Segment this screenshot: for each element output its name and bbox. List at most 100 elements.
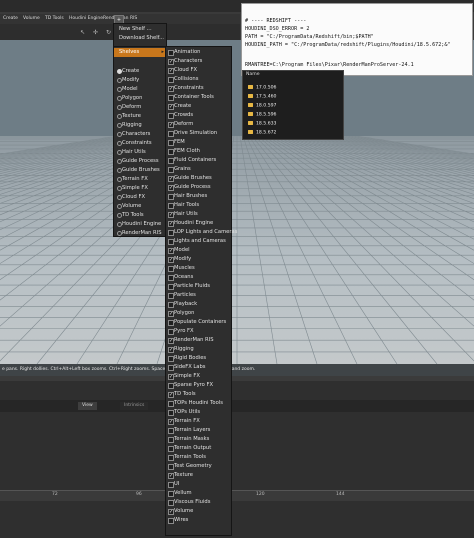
shelf-checklist-item[interactable]: Grains: [166, 165, 231, 174]
shelf-set-item[interactable]: Model: [114, 85, 166, 94]
shelf-checklist-item[interactable]: ✓ Deform: [166, 120, 231, 129]
shelf-checklist-item[interactable]: Fluid Containers: [166, 156, 231, 165]
shelf-checklist-item[interactable]: Collisions: [166, 75, 231, 84]
shelf-checklist-label: Particle Fluids: [174, 283, 210, 289]
shelf-set-item[interactable]: Texture: [114, 112, 166, 121]
shelf-set-item[interactable]: Constraints: [114, 139, 166, 148]
shelf-set-item[interactable]: Polygon: [114, 94, 166, 103]
shelf-checklist-item[interactable]: ✓ Characters: [166, 57, 231, 66]
shelf-checklist-item[interactable]: ✓ Guide Brushes: [166, 174, 231, 183]
shelf-checklist-item[interactable]: Pyro FX: [166, 327, 231, 336]
scene-viewport[interactable]: [0, 136, 474, 364]
shelf-checklist-item[interactable]: FEM Cloth: [166, 147, 231, 156]
new-shelf-item[interactable]: New Shelf ...: [114, 25, 166, 34]
shelf-checklist-item[interactable]: Hair Brushes: [166, 192, 231, 201]
shelf-checklist-item[interactable]: ✓ Texture: [166, 471, 231, 480]
shelf-checklist-item[interactable]: LOP Lights and Cameras: [166, 228, 237, 237]
shelf-checklist-item[interactable]: ✓ RenderMan RIS: [166, 336, 231, 345]
shelf-checklist-item[interactable]: Particles: [166, 291, 231, 300]
shelf-set-label: TD Tools: [122, 212, 144, 218]
shelf-set-item[interactable]: Modify: [114, 76, 166, 85]
shelf-checklist-item[interactable]: Terrain Tools: [166, 453, 231, 462]
shelf-set-label: Deform: [122, 104, 142, 110]
folder-row[interactable]: 18.5.633: [248, 121, 276, 127]
shelf-set-label: Rigging: [122, 122, 142, 128]
shelf-checklist-item[interactable]: ✓ Cloud FX: [166, 66, 231, 75]
shelf-checklist-item[interactable]: Terrain Output: [166, 444, 231, 453]
shelf-set-item[interactable]: Hair Utils: [114, 148, 166, 157]
shelf-checklist-label: Polygon: [174, 310, 195, 316]
download-shelf-item[interactable]: Download Shelf...: [114, 34, 166, 43]
shelf-checklist-item[interactable]: Animation: [166, 48, 231, 57]
shelf-checklist-item[interactable]: Container Tools: [166, 93, 231, 102]
name-column-header[interactable]: Name: [246, 72, 260, 77]
shelf-checklist-item[interactable]: Rigid Bodies: [166, 354, 231, 363]
shelf-checklist-item[interactable]: ✓ Polygon: [166, 309, 231, 318]
shelf-checklist-item[interactable]: Vellum: [166, 489, 231, 498]
timeline-ruler[interactable]: [0, 490, 474, 501]
shelf-checklist-item[interactable]: Test Geometry: [166, 462, 231, 471]
shelf-checklist-item[interactable]: Lights and Cameras: [166, 237, 231, 246]
folder-row[interactable]: 17.0.506: [248, 85, 276, 91]
shelf-set-item[interactable]: Create: [114, 67, 166, 76]
shelf-set-item[interactable]: RenderMan RIS: [114, 229, 166, 238]
shelf-checklist-item[interactable]: ✓ TD Tools: [166, 390, 231, 399]
shelf-tab-td-tools[interactable]: TD Tools: [42, 14, 67, 24]
shelf-checklist-item[interactable]: Hair Tools: [166, 201, 231, 210]
shelf-checklist-item[interactable]: FEM: [166, 138, 231, 147]
shelf-tab-volume[interactable]: Volume: [20, 14, 43, 24]
shelf-checklist-item[interactable]: Viscous Fluids: [166, 498, 231, 507]
shelf-checklist-item[interactable]: ✓ Create: [166, 102, 231, 111]
shelf-set-item[interactable]: TD Tools: [114, 211, 166, 220]
shelf-set-item[interactable]: Terrain FX: [114, 175, 166, 184]
shelf-set-item[interactable]: Guide Process: [114, 157, 166, 166]
shelf-set-item[interactable]: Deform: [114, 103, 166, 112]
tab-view[interactable]: View: [78, 402, 97, 410]
shelf-checklist-item[interactable]: Drive Simulation: [166, 129, 231, 138]
shelf-checklist-item[interactable]: Muscles: [166, 264, 231, 273]
shelf-set-item[interactable]: Guide Brushes: [114, 166, 166, 175]
shelf-set-item[interactable]: Characters: [114, 130, 166, 139]
shelf-checklist-item[interactable]: ✓ Guide Process: [166, 183, 231, 192]
lower-tab-row: View Intrinsics: [0, 400, 474, 412]
shelf-checklist-item[interactable]: SideFX Labs: [166, 363, 231, 372]
timeline-tick: 96: [136, 492, 142, 497]
shelf-checklist-item[interactable]: Wires: [166, 516, 231, 525]
shelf-checklist-item[interactable]: ✓ Simple FX: [166, 372, 231, 381]
shelf-checklist-item[interactable]: ✓ Model: [166, 246, 231, 255]
folder-row[interactable]: 18.0.597: [248, 103, 276, 109]
shelf-checklist-item[interactable]: Playback: [166, 300, 231, 309]
shelf-checklist-item[interactable]: ✓ Hair Utils: [166, 210, 231, 219]
shelf-checklist-item[interactable]: Populate Containers: [166, 318, 231, 327]
shelf-checklist-label: Hair Utils: [174, 211, 198, 217]
shelf-checklist-item[interactable]: TOPs Houdini Tools: [166, 399, 231, 408]
shelf-checklist-item[interactable]: Terrain Layers: [166, 426, 231, 435]
shelf-set-item[interactable]: Rigging: [114, 121, 166, 130]
shelf-checklist-item[interactable]: Oceans: [166, 273, 231, 282]
shelf-checklist-item[interactable]: ✓ Houdini Engine: [166, 219, 231, 228]
shelf-checklist-item[interactable]: ✓ Rigging: [166, 345, 231, 354]
shelf-set-item[interactable]: Cloud FX: [114, 193, 166, 202]
folder-row[interactable]: 17.5.460: [248, 94, 276, 100]
pane-divider[interactable]: [0, 376, 474, 381]
shelf-checklist-item[interactable]: Terrain Masks: [166, 435, 231, 444]
shelf-set-item[interactable]: Houdini Engine: [114, 220, 166, 229]
shelf-checklist-item[interactable]: ✓ Volume: [166, 507, 231, 516]
shelf-set-item[interactable]: Simple FX: [114, 184, 166, 193]
shelf-checklist-item[interactable]: TOPs Utils: [166, 408, 231, 417]
env-text-editor[interactable]: # ---- REDSHIFT ---- HOUDINI_DSO_ERROR =…: [241, 3, 473, 76]
shelf-set-item[interactable]: Volume: [114, 202, 166, 211]
shelf-checklist-item[interactable]: ✓ Constraints: [166, 84, 231, 93]
shelves-submenu-item[interactable]: Shelves ▸: [114, 48, 166, 57]
shelf-checklist-item[interactable]: ✓ Modify: [166, 255, 231, 264]
shelf-checklist-item[interactable]: ✓ Terrain FX: [166, 417, 231, 426]
shelf-checklist-item[interactable]: Crowds: [166, 111, 231, 120]
shelf-checklist-item[interactable]: Particle Fluids: [166, 282, 231, 291]
shelf-checklist-label: Deform: [174, 121, 194, 127]
folder-row[interactable]: 18.5.596: [248, 112, 276, 118]
folder-row[interactable]: 18.5.672: [248, 130, 276, 136]
shelf-checklist-item[interactable]: UI: [166, 480, 231, 489]
tab-intrinsics[interactable]: Intrinsics: [120, 402, 149, 410]
shelf-tab-create[interactable]: Create: [0, 14, 21, 24]
shelf-checklist-item[interactable]: Sparse Pyro FX: [166, 381, 231, 390]
